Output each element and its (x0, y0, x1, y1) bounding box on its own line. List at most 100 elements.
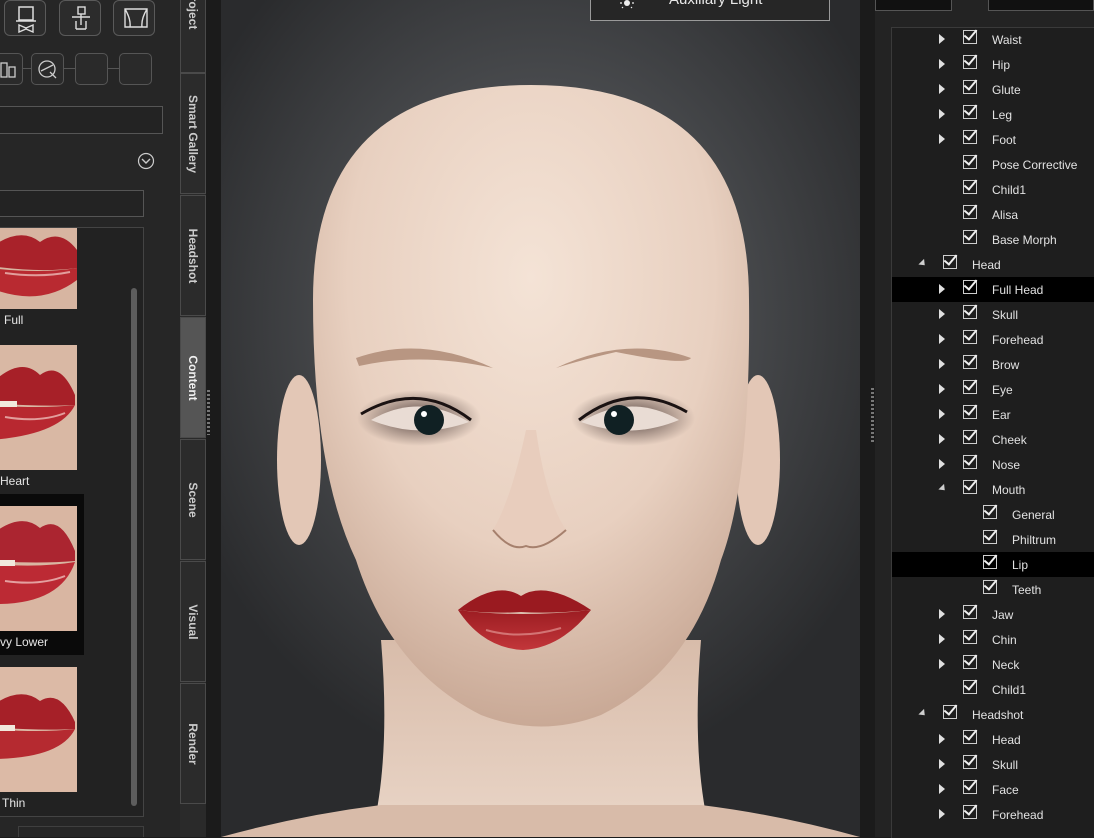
expand-arrow-icon[interactable] (939, 784, 945, 794)
tree-item[interactable]: Pose Corrective (892, 152, 1094, 177)
tree-item-checkbox[interactable] (983, 580, 997, 594)
tree-item[interactable]: Philtrum (892, 527, 1094, 552)
tree-item[interactable]: Teeth (892, 577, 1094, 602)
tree-item[interactable]: Neck (892, 652, 1094, 677)
tree-item-checkbox[interactable] (963, 280, 977, 294)
thumbnail-scrollbar[interactable] (131, 288, 137, 806)
tree-item[interactable]: Head (892, 727, 1094, 752)
tab-smart-gallery[interactable]: Smart Gallery (180, 73, 206, 194)
panel-tab-left[interactable] (875, 0, 952, 11)
tree-item[interactable]: Nose (892, 452, 1094, 477)
tree-item[interactable]: Brow (892, 352, 1094, 377)
tree-item-checkbox[interactable] (963, 155, 977, 169)
tree-item-checkbox[interactable] (963, 780, 977, 794)
expand-arrow-icon[interactable] (939, 759, 945, 769)
expand-arrow-icon[interactable] (939, 334, 945, 344)
thumbnail-image[interactable] (0, 228, 77, 309)
tree-item[interactable]: Head (892, 252, 1094, 277)
tab-headshot[interactable]: Headshot (180, 195, 206, 316)
auxiliary-light-button[interactable]: Auxiliary Light (590, 0, 830, 21)
tree-item[interactable]: Skull (892, 752, 1094, 777)
expand-arrow-icon[interactable] (939, 409, 945, 419)
tree-item-checkbox[interactable] (963, 655, 977, 669)
tree-item[interactable]: Full Head (892, 277, 1094, 302)
tree-item-checkbox[interactable] (963, 755, 977, 769)
tree-item[interactable]: Glute (892, 77, 1094, 102)
tree-item-checkbox[interactable] (963, 305, 977, 319)
tree-item[interactable]: Alisa (892, 202, 1094, 227)
tree-item-checkbox[interactable] (983, 530, 997, 544)
expand-arrow-icon[interactable] (939, 134, 945, 144)
tree-item[interactable]: Child1 (892, 677, 1094, 702)
expand-arrow-icon[interactable] (939, 659, 945, 669)
tree-item-checkbox[interactable] (963, 480, 977, 494)
splitter-grip[interactable] (871, 388, 874, 443)
tab-render[interactable]: Render (180, 683, 206, 804)
tree-item-checkbox[interactable] (983, 505, 997, 519)
tree-item[interactable]: Forehead (892, 327, 1094, 352)
thumbnail-image[interactable] (0, 506, 77, 631)
tree-item[interactable]: Chin (892, 627, 1094, 652)
collapse-arrow-icon[interactable] (918, 258, 928, 269)
expand-arrow-icon[interactable] (939, 384, 945, 394)
tree-item[interactable]: Waist (892, 27, 1094, 52)
tree-item[interactable]: Child1 (892, 177, 1094, 202)
expand-arrow-icon[interactable] (939, 359, 945, 369)
collapse-chevron-icon[interactable] (137, 152, 155, 170)
morph-tool-button[interactable] (31, 53, 64, 85)
tree-item-checkbox[interactable] (963, 605, 977, 619)
3d-viewport[interactable]: Auxiliary Light (221, 0, 860, 837)
expand-arrow-icon[interactable] (939, 34, 945, 44)
tree-item-checkbox[interactable] (963, 355, 977, 369)
tree-item-checkbox[interactable] (963, 330, 977, 344)
tab-content[interactable]: Content (180, 317, 206, 438)
tree-item-checkbox[interactable] (963, 180, 977, 194)
tree-item[interactable]: Forehead (892, 802, 1094, 827)
expand-arrow-icon[interactable] (939, 634, 945, 644)
tree-item-checkbox[interactable] (963, 730, 977, 744)
splitter-grip[interactable] (207, 390, 210, 435)
layout-tool-button[interactable] (0, 53, 23, 85)
filter-input[interactable] (0, 190, 144, 217)
tree-item[interactable]: Headshot (892, 702, 1094, 727)
tab-project[interactable]: roject (180, 0, 206, 73)
tree-item[interactable]: Base Morph (892, 227, 1094, 252)
tree-item-checkbox[interactable] (963, 430, 977, 444)
tree-item[interactable]: Foot (892, 127, 1094, 152)
tree-item-checkbox[interactable] (963, 455, 977, 469)
tree-item-checkbox[interactable] (963, 130, 977, 144)
tree-item-checkbox[interactable] (963, 630, 977, 644)
tree-item[interactable]: Lip (892, 552, 1094, 577)
stage-tool-button[interactable] (113, 0, 155, 36)
tree-item[interactable]: Cheek (892, 427, 1094, 452)
expand-arrow-icon[interactable] (939, 609, 945, 619)
tree-item[interactable]: Jaw (892, 602, 1094, 627)
tree-item[interactable]: General (892, 502, 1094, 527)
tree-item-checkbox[interactable] (963, 230, 977, 244)
tree-item-checkbox[interactable] (963, 205, 977, 219)
tree-item-checkbox[interactable] (963, 105, 977, 119)
expand-arrow-icon[interactable] (939, 459, 945, 469)
tree-item-checkbox[interactable] (943, 255, 957, 269)
expand-arrow-icon[interactable] (939, 309, 945, 319)
tree-item-checkbox[interactable] (983, 555, 997, 569)
tuxedo-tool-button[interactable] (4, 0, 46, 36)
tree-item-checkbox[interactable] (963, 805, 977, 819)
collapse-arrow-icon[interactable] (938, 483, 948, 494)
expand-arrow-icon[interactable] (939, 284, 945, 294)
tree-item[interactable]: Leg (892, 102, 1094, 127)
tab-visual[interactable]: Visual (180, 561, 206, 682)
tree-item[interactable]: Mouth (892, 477, 1094, 502)
panel-tab-right[interactable] (988, 0, 1094, 11)
tree-item-checkbox[interactable] (963, 405, 977, 419)
puppet-tool-button[interactable] (59, 0, 101, 36)
tree-item[interactable]: Ear (892, 402, 1094, 427)
expand-arrow-icon[interactable] (939, 434, 945, 444)
search-input[interactable] (0, 106, 163, 134)
tree-item-checkbox[interactable] (963, 30, 977, 44)
tree-item-checkbox[interactable] (963, 680, 977, 694)
empty-tool-button-1[interactable] (75, 53, 108, 85)
expand-arrow-icon[interactable] (939, 809, 945, 819)
tree-item-checkbox[interactable] (943, 705, 957, 719)
tree-item-checkbox[interactable] (963, 55, 977, 69)
